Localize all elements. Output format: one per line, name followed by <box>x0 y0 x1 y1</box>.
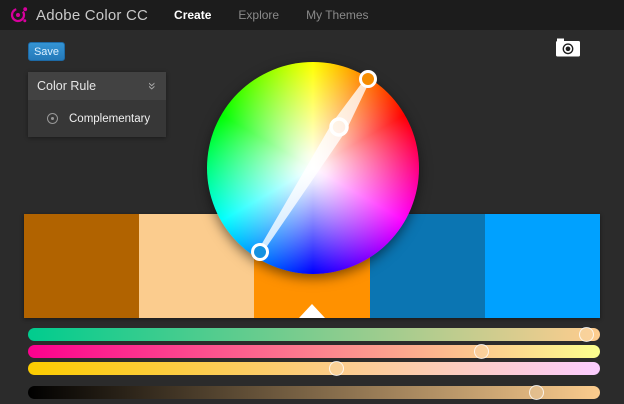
color-wheel[interactable] <box>207 62 419 274</box>
color-rule-header[interactable]: Color Rule » <box>28 72 166 100</box>
double-chevron-down-icon: » <box>146 82 160 90</box>
blue-slider[interactable] <box>28 362 600 375</box>
color-rule-option-complementary[interactable]: Complementary <box>28 100 166 137</box>
radio-circle-icon <box>47 113 58 124</box>
green-slider[interactable] <box>28 345 600 358</box>
swatch-1[interactable] <box>24 214 139 318</box>
color-rule-label: Color Rule <box>37 79 96 93</box>
green-slider-handle[interactable] <box>474 344 489 359</box>
red-slider[interactable] <box>28 328 600 341</box>
color-rule-panel: Color Rule » Complementary <box>28 72 166 137</box>
swatch-5[interactable] <box>485 214 600 318</box>
red-slider-handle[interactable] <box>579 327 594 342</box>
brightness-slider-handle[interactable] <box>529 385 544 400</box>
nav-tab-my-themes[interactable]: My Themes <box>306 8 368 22</box>
selected-swatch-marker <box>299 304 325 318</box>
app-title: Adobe Color CC <box>36 7 148 24</box>
adobe-color-logo-icon[interactable] <box>9 5 29 25</box>
blue-slider-handle[interactable] <box>329 361 344 376</box>
top-navigation: Create Explore My Themes <box>174 8 369 22</box>
save-button[interactable]: Save <box>28 42 65 61</box>
brightness-slider[interactable] <box>28 386 600 399</box>
rule-option-label: Complementary <box>69 113 150 125</box>
camera-icon[interactable] <box>555 37 581 59</box>
topbar: Adobe Color CC Create Explore My Themes <box>0 0 624 30</box>
adobe-color-app: Adobe Color CC Create Explore My Themes … <box>0 0 624 404</box>
nav-tab-explore[interactable]: Explore <box>238 8 279 22</box>
nav-tab-create[interactable]: Create <box>174 8 211 22</box>
